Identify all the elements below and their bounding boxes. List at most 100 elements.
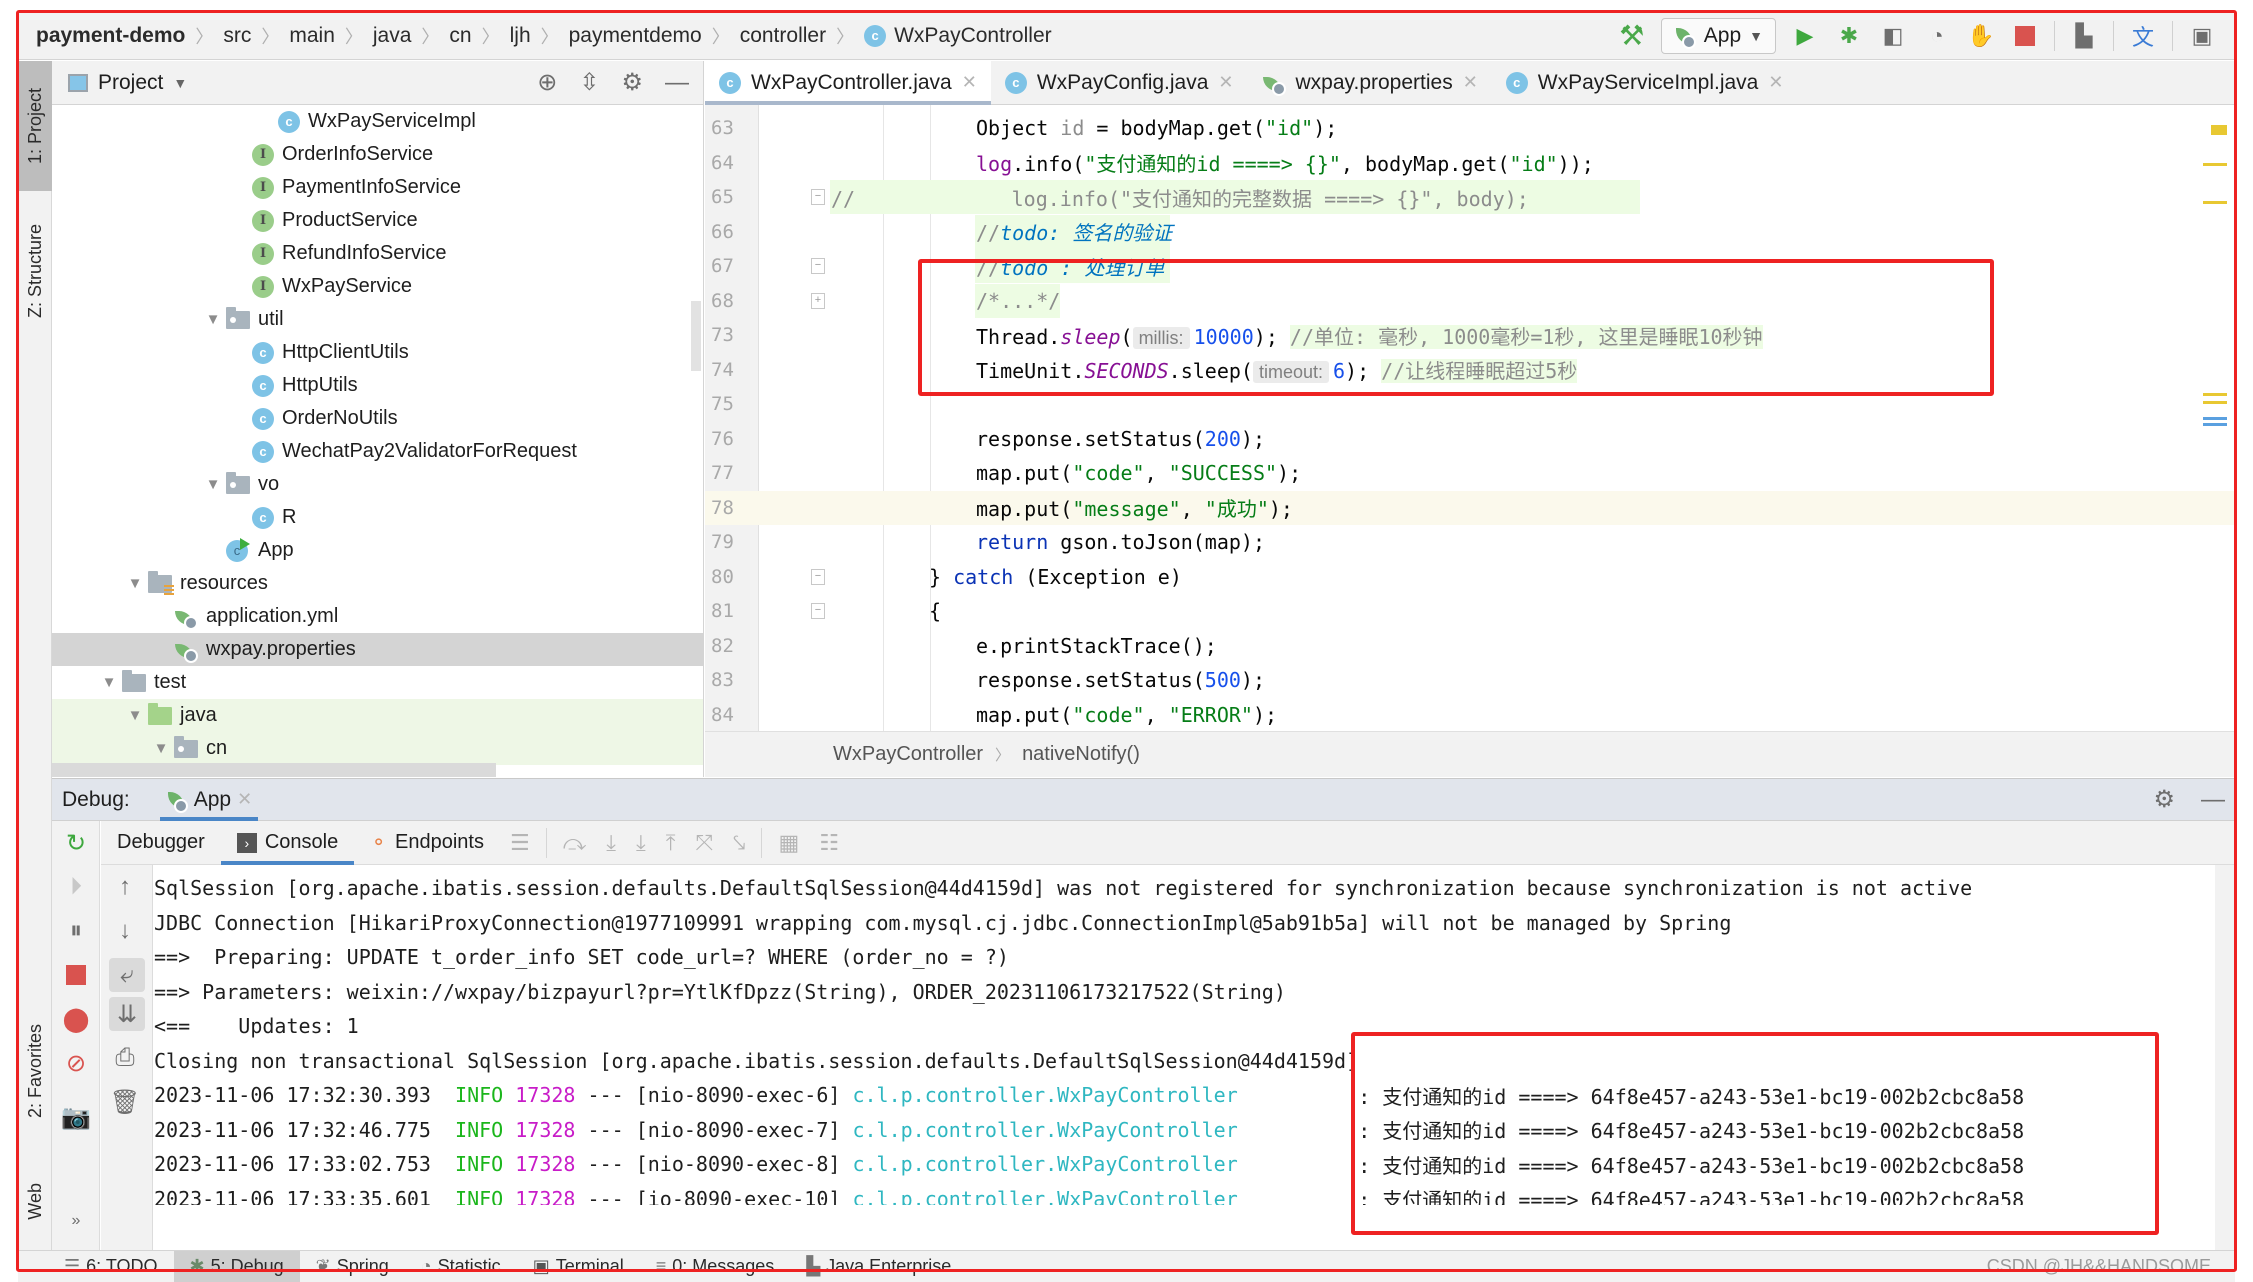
- show-execution-point-icon[interactable]: ⤼: [553, 830, 597, 856]
- code-line[interactable]: 67 − //todo : 处理订单: [705, 249, 2235, 283]
- warning-stripe-marker[interactable]: [2203, 393, 2227, 396]
- log-logger[interactable]: c.l.p.controller.WxPayController: [852, 1118, 1237, 1142]
- code-line[interactable]: 75: [705, 387, 2235, 421]
- editor-tab[interactable]: c WxPayController.java ✕: [705, 61, 991, 105]
- drop-frame-icon[interactable]: ⤧: [685, 830, 723, 856]
- code-line[interactable]: 64 log.info("支付通知的id ====> {}", bodyMap.g…: [705, 146, 2235, 180]
- tree-item[interactable]: I OrderInfoService: [52, 138, 703, 171]
- line-number[interactable]: 68: [711, 290, 751, 312]
- breadcrumb-item[interactable]: cn: [449, 24, 471, 48]
- close-tab-icon[interactable]: ✕: [1218, 72, 1233, 93]
- tree-item[interactable]: c HttpClientUtils: [52, 336, 703, 369]
- rerun-icon[interactable]: ↻: [52, 821, 100, 865]
- line-number[interactable]: 82: [711, 635, 751, 657]
- line-number[interactable]: 75: [711, 393, 751, 415]
- resume-program-icon[interactable]: ⏵: [52, 865, 100, 909]
- evaluate-expression-icon[interactable]: ▦: [768, 830, 809, 856]
- print-icon[interactable]: ⎙: [101, 1036, 149, 1080]
- tree-item[interactable]: c HttpUtils: [52, 369, 703, 402]
- tool-window-spring[interactable]: ❦ Spring: [300, 1251, 405, 1282]
- line-number[interactable]: 74: [711, 359, 751, 381]
- tree-item[interactable]: I PaymentInfoService: [52, 171, 703, 204]
- expand-arrow-icon[interactable]: ▼: [122, 575, 148, 592]
- more-icon[interactable]: »: [52, 1199, 100, 1243]
- close-tab-icon[interactable]: ✕: [962, 72, 977, 93]
- locate-file-icon[interactable]: ⊕: [537, 68, 557, 97]
- tree-item[interactable]: ▼ cn: [52, 732, 703, 765]
- line-number[interactable]: 81: [711, 600, 751, 622]
- editor-breadcrumb-class[interactable]: WxPayController: [833, 743, 983, 766]
- step-over-icon[interactable]: ⤓: [596, 830, 626, 856]
- project-structure-icon[interactable]: ▙: [2069, 21, 2099, 51]
- step-out-icon[interactable]: ⤒: [656, 830, 686, 856]
- subtab-console[interactable]: › Console: [220, 821, 355, 865]
- editor-tab[interactable]: wxpay.properties ✕: [1248, 61, 1492, 104]
- tree-item[interactable]: wxpay.properties: [52, 633, 703, 666]
- line-number[interactable]: 77: [711, 462, 751, 484]
- log-logger[interactable]: c.l.p.controller.WxPayController: [852, 1187, 1237, 1205]
- breadcrumb-item[interactable]: src: [223, 24, 251, 48]
- code-line[interactable]: 74 TimeUnit.SECONDS.sleep(timeout: 6); //让…: [705, 353, 2235, 387]
- code-line[interactable]: 84 map.put("code", "ERROR");: [705, 698, 2235, 732]
- run-configuration-select[interactable]: App ▼: [1660, 17, 1776, 54]
- collapse-fold-icon[interactable]: −: [811, 189, 825, 205]
- editor-breadcrumb-method[interactable]: nativeNotify(): [1022, 743, 1140, 766]
- tree-item[interactable]: ▼ util: [52, 303, 703, 336]
- code-line[interactable]: 83 response.setStatus(500);: [705, 663, 2235, 697]
- expand-arrow-icon[interactable]: ▼: [200, 311, 226, 328]
- line-number[interactable]: 63: [711, 117, 751, 139]
- debug-session-tab[interactable]: App ✕: [159, 779, 259, 821]
- close-tab-icon[interactable]: ✕: [1463, 72, 1478, 93]
- attach-icon[interactable]: ✋: [1966, 21, 1996, 51]
- editor-tab[interactable]: c WxPayServiceImpl.java ✕: [1492, 61, 1798, 104]
- code-line[interactable]: 73 Thread.sleep(millis: 10000); //单位: 毫秒, …: [705, 318, 2235, 352]
- tool-window-terminal[interactable]: ▣ Terminal: [517, 1251, 640, 1282]
- run-to-cursor-icon[interactable]: ⤥: [723, 830, 755, 856]
- breadcrumb-item[interactable]: payment-demo: [36, 24, 185, 48]
- subtab-endpoints[interactable]: ⚬ Endpoints: [354, 821, 500, 865]
- line-number[interactable]: 83: [711, 669, 751, 691]
- minimize-icon[interactable]: —: [665, 69, 689, 97]
- horizontal-scrollbar[interactable]: [52, 763, 496, 777]
- tool-window-todo[interactable]: ☰ 6: TODO: [48, 1251, 174, 1282]
- build-hammer-icon[interactable]: ⚒: [1617, 20, 1647, 51]
- scroll-to-end-icon[interactable]: ⇊: [109, 997, 145, 1031]
- tree-item[interactable]: c WechatPay2ValidatorForRequest: [52, 435, 703, 468]
- tool-window-messages[interactable]: ≡ 0: Messages: [640, 1251, 791, 1282]
- soft-wrap-icon[interactable]: ⤶: [109, 958, 145, 992]
- vertical-scrollbar[interactable]: [691, 301, 701, 371]
- tree-item[interactable]: ▼ java: [52, 699, 703, 732]
- tree-item[interactable]: I WxPayService: [52, 270, 703, 303]
- code-line[interactable]: 80−} catch (Exception e): [705, 560, 2235, 594]
- breadcrumb-item[interactable]: controller: [740, 24, 826, 48]
- terminal-icon[interactable]: ▣: [2187, 21, 2217, 51]
- breadcrumb-item[interactable]: ljh: [510, 24, 531, 48]
- line-number[interactable]: 67: [711, 255, 751, 277]
- collapse-fold-icon[interactable]: −: [811, 258, 825, 274]
- tree-item[interactable]: application.yml: [52, 600, 703, 633]
- run-icon[interactable]: ▶: [1790, 21, 1820, 51]
- code-line[interactable]: 77 map.put("code", "SUCCESS");: [705, 456, 2235, 490]
- line-number[interactable]: 76: [711, 428, 751, 450]
- breadcrumb-item[interactable]: main: [289, 24, 335, 48]
- breadcrumb-item[interactable]: java: [373, 24, 412, 48]
- trace-icon[interactable]: ☷: [809, 830, 849, 856]
- code-line[interactable]: 76 response.setStatus(200);: [705, 422, 2235, 456]
- warning-stripe-marker[interactable]: [2203, 163, 2227, 166]
- line-number[interactable]: 78: [711, 497, 751, 519]
- line-number[interactable]: 80: [711, 566, 751, 588]
- info-stripe-marker[interactable]: [2203, 417, 2227, 420]
- translate-icon[interactable]: 文: [2128, 21, 2158, 51]
- expand-arrow-icon[interactable]: ▼: [122, 707, 148, 724]
- gear-icon[interactable]: ⚙: [2153, 785, 2175, 814]
- tree-item[interactable]: ▼ resources: [52, 567, 703, 600]
- tool-window-debug[interactable]: ✱ 5: Debug: [173, 1250, 300, 1282]
- tree-item[interactable]: cR: [52, 501, 703, 534]
- warning-stripe-marker[interactable]: [2203, 201, 2227, 204]
- editor-tab[interactable]: c WxPayConfig.java ✕: [991, 61, 1248, 104]
- line-number[interactable]: 79: [711, 531, 751, 553]
- code-line[interactable]: 82 e.printStackTrace();: [705, 629, 2235, 663]
- event-log-button[interactable]: CSDN @JH&&HANDSOME: [1987, 1256, 2235, 1277]
- code-area[interactable]: 63 Object id = bodyMap.get("id"); 64 log.in…: [705, 105, 2235, 731]
- collapse-all-icon[interactable]: ⇳: [579, 68, 599, 97]
